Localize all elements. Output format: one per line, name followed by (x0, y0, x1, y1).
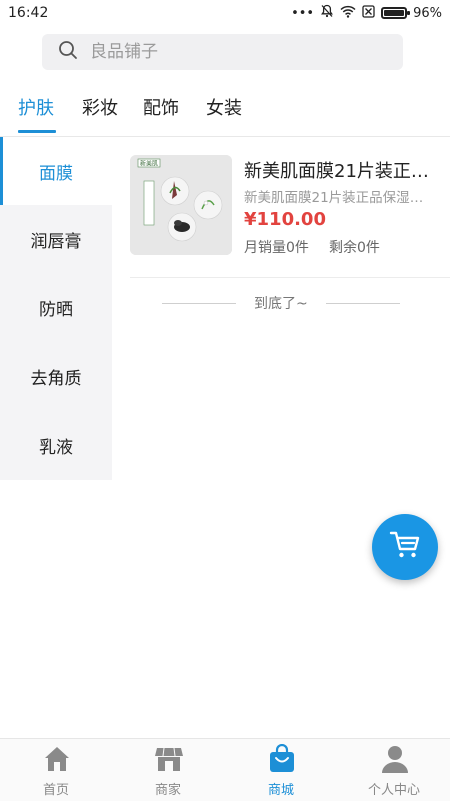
notification-off-icon (320, 4, 334, 22)
nav-shop[interactable]: 商家 (112, 739, 224, 801)
sidebar-item-lip-balm[interactable]: 润唇膏 (0, 205, 112, 273)
search-bar[interactable] (42, 34, 403, 70)
mall-bag-icon (267, 743, 297, 774)
sidebar-item-lotion[interactable]: 乳液 (0, 411, 112, 479)
sidebar-item-label: 面膜 (39, 163, 73, 184)
sim-icon (362, 4, 375, 22)
active-tab-indicator (18, 130, 56, 133)
nav-mall[interactable]: 商城 (225, 739, 337, 801)
status-bar: 16:42 ••• 96% (0, 0, 450, 26)
search-icon (58, 40, 78, 64)
shop-icon (154, 744, 184, 774)
nav-label: 首页 (42, 783, 69, 798)
wifi-icon (340, 5, 356, 22)
product-price: ¥110.00 (244, 209, 326, 230)
status-icons: ••• 96% (291, 4, 442, 22)
thumbnail-logo: 新美肌 (140, 160, 158, 168)
list-end-indicator: 到底了~ (162, 293, 402, 315)
tab-accessories[interactable]: 配饰 (143, 94, 179, 120)
product-monthly-sales: 月销量0件 (244, 240, 309, 256)
cart-button[interactable] (372, 514, 438, 580)
cart-icon (389, 530, 421, 564)
nav-label: 商家 (154, 783, 181, 798)
person-icon (380, 744, 410, 774)
divider (162, 303, 236, 304)
sidebar-item-label: 去角质 (30, 368, 82, 389)
sidebar-item-exfoliator[interactable]: 去角质 (0, 342, 112, 410)
tab-makeup[interactable]: 彩妆 (82, 94, 118, 120)
battery-percent: 96% (413, 5, 442, 21)
divider (326, 303, 400, 304)
sidebar-item-label: 防晒 (39, 299, 73, 320)
subcategory-sidebar: 面膜 润唇膏 防晒 去角质 乳液 (0, 137, 112, 480)
nav-label: 商城 (267, 783, 294, 798)
divider (130, 277, 450, 278)
more-dots-icon: ••• (291, 5, 315, 21)
bottom-nav: 首页 商家 商城 个人中心 (0, 738, 450, 801)
nav-label: 个人中心 (367, 783, 420, 798)
sidebar-item-label: 润唇膏 (30, 231, 82, 252)
nav-home[interactable]: 首页 (0, 739, 112, 801)
product-card[interactable]: 新美肌 新美肌面膜21片装正品保湿补水 新美肌面膜21片装正品保湿补水美白 ¥1… (130, 153, 436, 257)
nav-profile[interactable]: 个人中心 (338, 739, 450, 801)
tab-skincare[interactable]: 护肤 (18, 94, 54, 120)
status-time: 16:42 (8, 5, 49, 21)
sidebar-item-label: 乳液 (39, 437, 73, 458)
product-stock: 剩余0件 (329, 240, 380, 256)
list-end-text: 到底了~ (254, 296, 308, 312)
product-thumbnail: 新美肌 (130, 155, 232, 255)
battery-icon (381, 7, 411, 19)
tab-womens-clothing[interactable]: 女装 (206, 94, 242, 120)
sidebar-item-mask[interactable]: 面膜 (0, 137, 112, 205)
product-subtitle: 新美肌面膜21片装正品保湿补水美白 (244, 190, 434, 206)
category-tabs: 护肤 彩妆 配饰 女装 (0, 86, 450, 137)
sidebar-item-sunscreen[interactable]: 防晒 (0, 273, 112, 341)
search-input[interactable] (88, 41, 352, 63)
home-icon (42, 744, 72, 774)
active-indicator (0, 137, 3, 205)
product-title: 新美肌面膜21片装正品保湿补水 (244, 161, 434, 182)
